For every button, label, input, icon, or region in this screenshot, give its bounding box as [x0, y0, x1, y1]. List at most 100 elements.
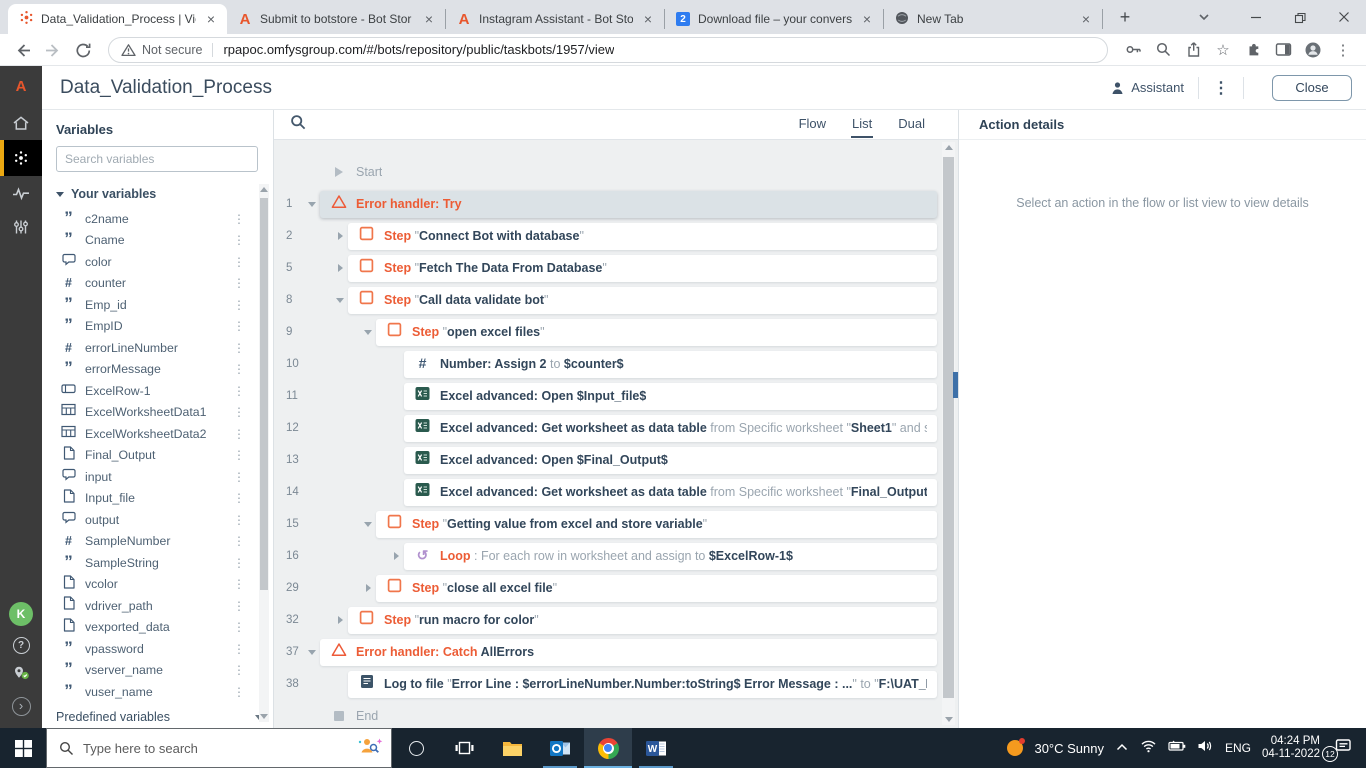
flow-action-card[interactable]: Excel advanced: Get worksheet as data ta…: [404, 478, 937, 506]
variable-row[interactable]: ExcelWorksheetData2: [56, 423, 273, 445]
variable-menu-icon[interactable]: [233, 276, 245, 290]
flow-action-card[interactable]: Step "Fetch The Data From Database": [348, 254, 937, 282]
variable-menu-icon[interactable]: [233, 513, 245, 527]
flow-action-card[interactable]: Error handler: Try: [320, 190, 937, 218]
variable-menu-icon[interactable]: [233, 491, 245, 505]
flow-action-card[interactable]: Error handler: Catch AllErrors: [320, 638, 937, 666]
security-chip[interactable]: Not secure: [121, 43, 202, 57]
tab-close-icon[interactable]: [859, 11, 875, 27]
flow-action-card[interactable]: Excel advanced: Get worksheet as data ta…: [404, 414, 937, 442]
expand-chevron-icon[interactable]: [332, 264, 348, 272]
browser-tab[interactable]: Submit to botstore - Bot Stor: [227, 9, 446, 29]
flow-action-card[interactable]: Loop : For each row in worksheet and ass…: [404, 542, 937, 570]
flow-action-card[interactable]: Start: [320, 159, 937, 186]
variable-row[interactable]: Input_file: [56, 488, 273, 510]
reload-button[interactable]: [68, 36, 98, 64]
predefined-variables-section-header[interactable]: Predefined variables: [56, 710, 273, 724]
extensions-puzzle-icon[interactable]: [1238, 36, 1268, 64]
view-tab-list[interactable]: List: [851, 112, 874, 138]
panel-divider-marker[interactable]: [953, 372, 958, 398]
variable-menu-icon[interactable]: [233, 556, 245, 570]
expand-chevron-icon[interactable]: [332, 298, 348, 303]
variable-menu-icon[interactable]: [233, 298, 245, 312]
zoom-icon[interactable]: [1148, 36, 1178, 64]
scroll-up-arrow-icon[interactable]: [944, 145, 953, 150]
wifi-icon[interactable]: [1140, 739, 1157, 758]
close-window-button[interactable]: [1322, 0, 1366, 34]
scrollbar-thumb[interactable]: [943, 157, 954, 698]
variable-menu-icon[interactable]: [233, 341, 245, 355]
variable-menu-icon[interactable]: [233, 212, 245, 226]
share-icon[interactable]: [1178, 36, 1208, 64]
start-button[interactable]: [0, 728, 46, 768]
variable-row[interactable]: vserver_name: [56, 660, 273, 682]
variable-menu-icon[interactable]: [233, 405, 245, 419]
variable-row[interactable]: errorMessage: [56, 359, 273, 381]
scrollbar-thumb[interactable]: [260, 198, 268, 590]
variables-search-input[interactable]: [56, 146, 258, 172]
expand-chevron-icon[interactable]: [360, 522, 376, 527]
minimize-button[interactable]: [1234, 0, 1278, 34]
battery-icon[interactable]: [1168, 739, 1186, 757]
tab-close-icon[interactable]: [1078, 11, 1094, 27]
variable-row[interactable]: color: [56, 251, 273, 273]
flow-action-card[interactable]: Excel advanced: Open $Input_file$: [404, 382, 937, 410]
expand-chevron-icon[interactable]: [360, 330, 376, 335]
variable-row[interactable]: Final_Output: [56, 445, 273, 467]
variable-row[interactable]: ExcelWorksheetData1: [56, 402, 273, 424]
restore-button[interactable]: [1278, 0, 1322, 34]
user-avatar[interactable]: K: [9, 602, 33, 626]
variable-menu-icon[interactable]: [233, 642, 245, 656]
tab-close-icon[interactable]: [203, 11, 219, 27]
bots-nav-icon[interactable]: [0, 140, 42, 176]
variable-row[interactable]: vdriver_path: [56, 595, 273, 617]
variable-row[interactable]: EmpID: [56, 316, 273, 338]
variable-row[interactable]: c2name: [56, 208, 273, 230]
variables-scrollbar[interactable]: [259, 184, 269, 722]
back-button[interactable]: [8, 36, 38, 64]
browser-menu-icon[interactable]: [1328, 36, 1358, 64]
variable-menu-icon[interactable]: [233, 470, 245, 484]
variable-row[interactable]: Cname: [56, 230, 273, 252]
variable-row[interactable]: SampleNumber: [56, 531, 273, 553]
variable-menu-icon[interactable]: [233, 384, 245, 398]
variable-row[interactable]: vcolor: [56, 574, 273, 596]
assistant-button[interactable]: Assistant: [1111, 80, 1184, 95]
weather-sun-icon[interactable]: [1007, 738, 1026, 756]
help-icon[interactable]: [12, 637, 30, 654]
expand-chevron-icon[interactable]: [388, 552, 404, 560]
hidden-icons-chevron[interactable]: [1115, 739, 1129, 757]
flow-action-card[interactable]: Step "Call data validate bot": [348, 286, 937, 314]
expand-chevron-icon[interactable]: [332, 232, 348, 240]
variable-menu-icon[interactable]: [233, 319, 245, 333]
variable-row[interactable]: SampleString: [56, 552, 273, 574]
variable-menu-icon[interactable]: [233, 534, 245, 548]
variable-menu-icon[interactable]: [233, 599, 245, 613]
close-button[interactable]: Close: [1272, 74, 1352, 101]
variable-menu-icon[interactable]: [233, 620, 245, 634]
your-variables-section-header[interactable]: Your variables: [56, 187, 273, 201]
flow-search-icon[interactable]: [290, 114, 306, 135]
app-logo[interactable]: [16, 66, 27, 106]
variable-row[interactable]: ExcelRow-1: [56, 380, 273, 402]
view-tab-dual[interactable]: Dual: [897, 112, 926, 138]
flow-action-card[interactable]: Number: Assign 2 to $counter$: [404, 350, 937, 378]
flow-action-card[interactable]: Step "close all excel file": [376, 574, 937, 602]
administration-nav-icon[interactable]: [0, 210, 42, 244]
cortana-icon[interactable]: [392, 728, 440, 768]
password-key-icon[interactable]: [1118, 36, 1148, 64]
variable-row[interactable]: vpassword: [56, 638, 273, 660]
new-tab-button[interactable]: [1111, 3, 1139, 31]
variable-menu-icon[interactable]: [233, 577, 245, 591]
variable-menu-icon[interactable]: [233, 427, 245, 441]
activity-nav-icon[interactable]: [0, 176, 42, 210]
flow-action-card[interactable]: Excel advanced: Open $Final_Output$: [404, 446, 937, 474]
bookmark-star-icon[interactable]: [1208, 36, 1238, 64]
browser-tab[interactable]: New Tab: [884, 9, 1103, 29]
flow-action-card[interactable]: Step "run macro for color": [348, 606, 937, 634]
header-menu-icon[interactable]: [1213, 78, 1229, 98]
flow-action-card[interactable]: Step "Connect Bot with database": [348, 222, 937, 250]
variable-row[interactable]: output: [56, 509, 273, 531]
variable-row[interactable]: counter: [56, 273, 273, 295]
browser-tab[interactable]: Data_Validation_Process | Vie: [8, 4, 227, 34]
